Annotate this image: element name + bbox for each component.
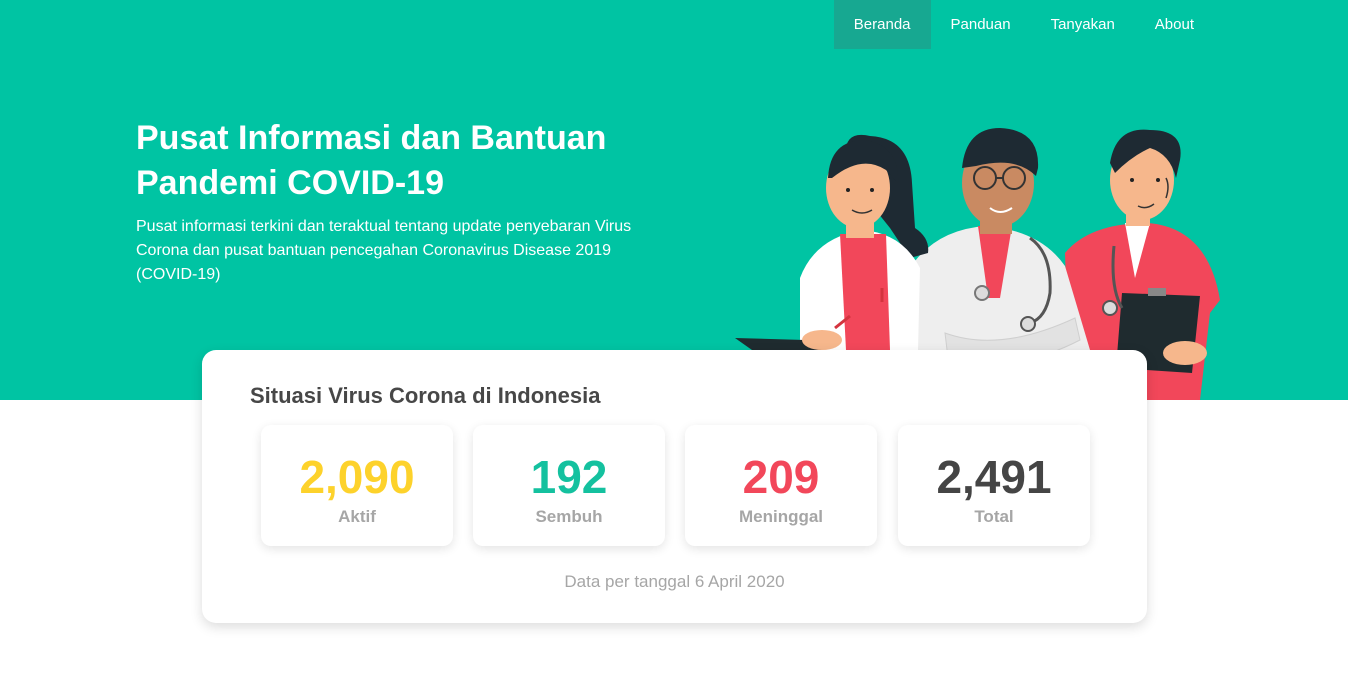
- situation-card: Situasi Virus Corona di Indonesia 2,090 …: [202, 350, 1147, 623]
- hero-title: Pusat Informasi dan Bantuan Pandemi COVI…: [136, 119, 607, 202]
- stat-value-total: 2,491: [936, 451, 1052, 503]
- data-date-note: Data per tanggal 6 April 2020: [564, 572, 785, 591]
- nav-tanyakan[interactable]: Tanyakan: [1031, 0, 1135, 49]
- stat-card-aktif: 2,090 Aktif: [261, 425, 453, 546]
- nav-about[interactable]: About: [1135, 0, 1214, 49]
- hero-description: Pusat informasi terkini dan teraktual te…: [136, 218, 632, 283]
- stat-value-meninggal: 209: [742, 451, 820, 503]
- stat-value-sembuh: 192: [530, 451, 608, 503]
- card-title: Situasi Virus Corona di Indonesia: [250, 383, 601, 408]
- hero-section: Beranda Panduan Tanyakan About Pusat Inf…: [0, 0, 1348, 400]
- stat-label-aktif: Aktif: [338, 507, 376, 526]
- stat-label-total: Total: [974, 507, 1014, 526]
- nav-beranda[interactable]: Beranda: [833, 0, 931, 49]
- stat-value-aktif: 2,090: [299, 451, 415, 503]
- stat-label-meninggal: Meninggal: [738, 507, 824, 526]
- stat-card-total: 2,491 Total: [898, 425, 1090, 546]
- stat-card-meninggal: 209 Meninggal: [685, 425, 877, 546]
- doctor-left: [735, 134, 929, 350]
- stat-label-sembuh: Sembuh: [535, 507, 603, 526]
- nav-panduan[interactable]: Panduan: [931, 0, 1031, 49]
- top-nav: Beranda Panduan Tanyakan About: [833, 0, 1214, 49]
- stat-card-sembuh: 192 Sembuh: [473, 425, 665, 546]
